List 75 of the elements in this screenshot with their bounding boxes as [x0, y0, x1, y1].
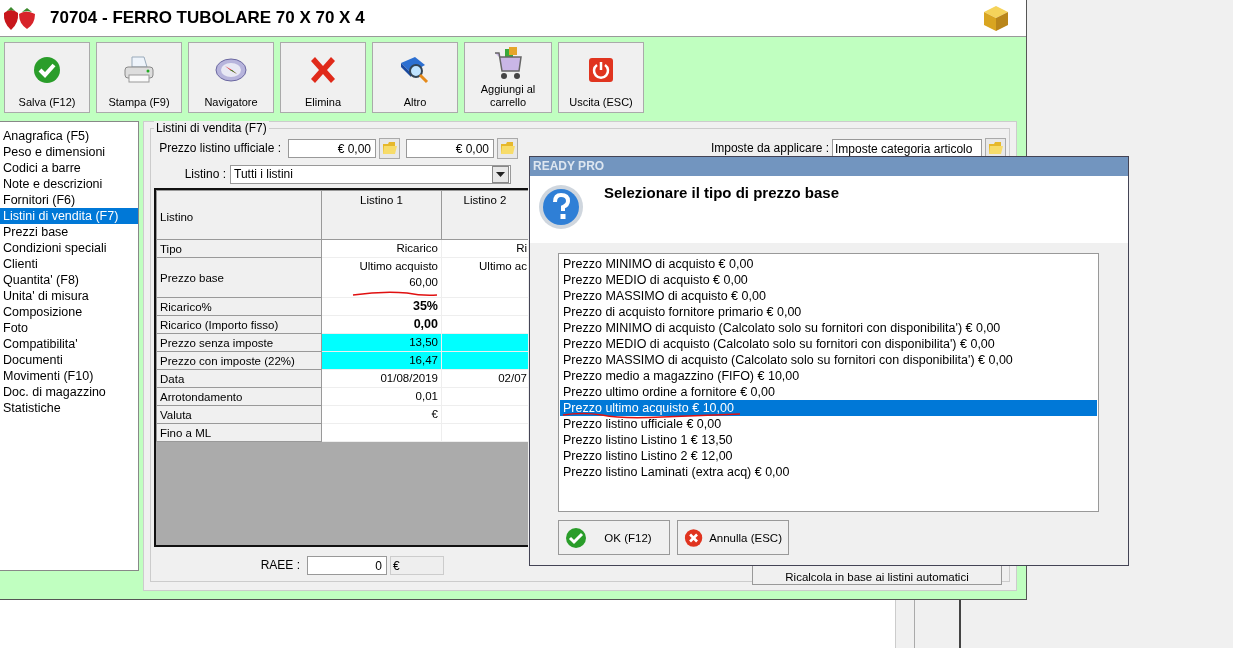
sidebar-item[interactable]: Condizioni speciali — [0, 240, 138, 256]
dialog-title: READY PRO — [530, 157, 1128, 176]
question-icon — [538, 184, 584, 230]
toolbar-button[interactable]: Aggiungi al carrello — [464, 42, 552, 113]
book-magnifier-icon — [399, 54, 431, 85]
list-item[interactable]: Prezzo listino Laminati (extra acq) € 0,00 — [560, 464, 1097, 480]
sidebar-item[interactable]: Note e descrizioni — [0, 176, 138, 192]
cart-icon — [493, 45, 523, 81]
sidebar-item[interactable]: Statistiche — [0, 400, 138, 416]
sidebar-item[interactable]: Movimenti (F10) — [0, 368, 138, 384]
ok-button[interactable]: OK (F12) — [558, 520, 670, 555]
power-icon — [588, 56, 614, 83]
sidebar-item[interactable]: Clienti — [0, 256, 138, 272]
dialog-heading: Selezionare il tipo di prezzo base — [604, 184, 840, 201]
column-header: Listino 2 — [441, 190, 528, 240]
list-item[interactable]: Prezzo MASSIMO di acquisto € 0,00 — [560, 288, 1097, 304]
sidebar-item[interactable]: Prezzi base — [0, 224, 138, 240]
price-field[interactable]: € 0,00 — [406, 138, 494, 158]
cube-icon[interactable] — [982, 4, 1010, 32]
toolbar-button[interactable]: Navigatore — [188, 42, 274, 113]
table-cell: Ultimo acquisto 60,00 — [321, 257, 442, 298]
list-item[interactable]: Prezzo listino ufficiale € 0,00 — [560, 416, 1097, 432]
group-title: Listini di vendita (F7) — [154, 121, 269, 135]
list-item[interactable]: Prezzo MEDIO di acquisto € 0,00 — [560, 272, 1097, 288]
price-field[interactable]: € 0,00 — [288, 138, 376, 158]
printer-icon — [123, 54, 155, 85]
list-item[interactable]: Prezzo MEDIO di acquisto (Calcolato solo su fornitori con disponibilita') € 0,00 — [560, 336, 1097, 352]
sidebar-item[interactable]: Quantita' (F8) — [0, 272, 138, 288]
list-item[interactable]: Prezzo MINIMO di acquisto € 0,00 — [560, 256, 1097, 272]
sidebar-item[interactable]: Composizione — [0, 304, 138, 320]
sidebar-item[interactable]: Peso e dimensioni — [0, 144, 138, 160]
field-label: Imposte da applicare : — [710, 141, 829, 155]
list-item[interactable]: Prezzo ultimo ordine a fornitore € 0,00 — [560, 384, 1097, 400]
list-item[interactable]: Prezzo MASSIMO di acquisto (Calcolato solo su fornitori con disponibilita') € 0,00 — [560, 352, 1097, 368]
sidebar-item[interactable]: Anagrafica (F5) — [0, 128, 138, 144]
window-edge — [914, 600, 961, 648]
raee-field[interactable]: 0 — [307, 555, 387, 575]
toolbar-button[interactable]: Uscita (ESC) — [558, 42, 644, 113]
folder-button[interactable] — [985, 137, 1006, 159]
toolbar-button[interactable]: Altro — [372, 42, 458, 113]
column-header: Listino 1 — [321, 190, 442, 240]
list-item[interactable]: Prezzo MINIMO di acquisto (Calcolato solo su fornitori con disponibilita') € 0,00 — [560, 320, 1097, 336]
cancel-icon — [684, 526, 704, 549]
sidebar-item[interactable]: Fornitori (F6) — [0, 192, 138, 208]
sidebar-item[interactable]: Compatibilita' — [0, 336, 138, 352]
window-title: 70704 - FERRO TUBOLARE 70 X 70 X 4 — [50, 8, 366, 28]
toolbar-button[interactable]: Elimina — [280, 42, 366, 113]
sidebar-item[interactable]: Foto — [0, 320, 138, 336]
sidebar-item[interactable]: Listini di vendita (F7) — [0, 208, 138, 224]
field-label: Prezzo listino ufficiale : — [158, 141, 281, 155]
table-cell: Ultimo ac — [441, 257, 528, 298]
field-label: Listino : — [183, 167, 226, 181]
list-item[interactable]: Prezzo ultimo acquisto € 10,00 — [560, 400, 1097, 416]
currency-field: € — [390, 555, 444, 575]
sidebar-item[interactable]: Codici a barre — [0, 160, 138, 176]
dropdown-arrow-icon[interactable] — [496, 171, 505, 177]
cross-icon — [308, 54, 338, 85]
sidebar-item[interactable]: Documenti — [0, 352, 138, 368]
check-icon — [565, 526, 587, 549]
list-item[interactable]: Prezzo listino Listino 2 € 12,00 — [560, 448, 1097, 464]
field-label: RAEE : — [259, 558, 300, 572]
row-header: Prezzo base — [156, 257, 322, 298]
sidebar-item[interactable]: Doc. di magazzino — [0, 384, 138, 400]
toolbar-button[interactable]: Salva (F12) — [4, 42, 90, 113]
check-icon — [33, 55, 61, 84]
price-list-dropdown[interactable]: Tutti i listini — [230, 164, 511, 184]
compass-icon — [215, 56, 247, 83]
column-header: Listino — [156, 190, 322, 240]
list-item[interactable]: Prezzo listino Listino 1 € 13,50 — [560, 432, 1097, 448]
cancel-button[interactable]: Annulla (ESC) — [677, 520, 789, 555]
list-item[interactable]: Prezzo medio a magazzino (FIFO) € 10,00 — [560, 368, 1097, 384]
list-item[interactable]: Prezzo di acquisto fornitore primario € 0,00 — [560, 304, 1097, 320]
sidebar-item[interactable]: Unita' di misura — [0, 288, 138, 304]
strawberry-icon — [2, 5, 38, 31]
toolbar-button[interactable]: Stampa (F9) — [96, 42, 182, 113]
